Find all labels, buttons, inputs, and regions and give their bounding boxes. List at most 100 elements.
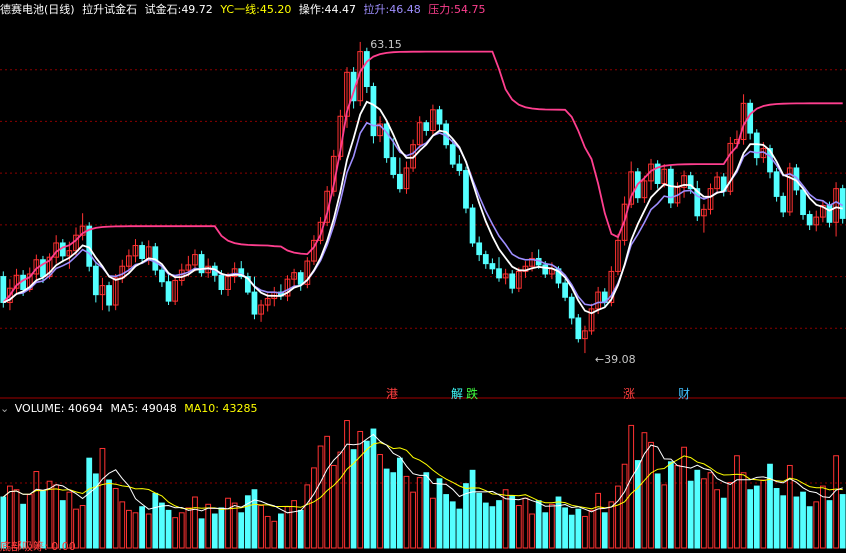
volume-bar-down xyxy=(370,428,377,549)
candle-down xyxy=(476,242,483,256)
volume-bar-down xyxy=(601,512,608,549)
volume-bar-down xyxy=(423,472,430,549)
volume-bar-down xyxy=(568,514,575,549)
candle-down xyxy=(159,269,165,283)
lift-label: 拉升: xyxy=(363,3,390,16)
volume-bar-down xyxy=(793,496,800,549)
volume-bar-down xyxy=(449,501,456,549)
volume-bar-down xyxy=(634,460,641,549)
indicator-name[interactable]: 拉升试金石 xyxy=(82,3,137,16)
volume-collapse-icon[interactable]: ⌄ xyxy=(0,402,9,415)
volume-bar-up xyxy=(304,484,311,549)
volume-bar-up xyxy=(178,512,185,549)
volume-bar-down xyxy=(198,518,205,549)
volume-bar-up xyxy=(112,488,119,549)
candle-down xyxy=(806,214,813,226)
volume-bar-up xyxy=(357,430,364,549)
candle-down xyxy=(106,285,112,306)
volume-bar-up xyxy=(522,497,529,549)
candle-down xyxy=(456,163,463,172)
candle-down xyxy=(773,171,780,197)
lift-value: 46.48 xyxy=(389,3,421,16)
volume-bar-up xyxy=(529,513,535,549)
volume-bar-up xyxy=(132,512,139,549)
volume-bar-up xyxy=(833,455,839,549)
volume-bar-up xyxy=(99,447,106,549)
volume-label: VOLUME: xyxy=(14,402,65,415)
candle-down xyxy=(165,281,172,302)
volume-bar-up xyxy=(403,475,410,549)
volume-bar-down xyxy=(780,495,787,549)
lift-line xyxy=(2,121,844,307)
candle-down xyxy=(423,122,430,131)
volume-bar-up xyxy=(681,446,687,549)
volume-bar-up xyxy=(264,515,271,549)
candle-down xyxy=(383,123,390,159)
volume-bar-up xyxy=(416,477,423,549)
volume-bar-up xyxy=(701,478,707,549)
candle-down xyxy=(839,188,846,219)
volume-bar-down xyxy=(694,469,701,549)
volume-bar-down xyxy=(469,469,476,549)
volume-bar-down xyxy=(555,496,562,549)
volume-bar-up xyxy=(119,501,126,549)
volume-bar-up xyxy=(172,517,179,549)
volume-bar-up xyxy=(79,505,86,549)
marker-zhang: 涨 xyxy=(623,387,636,401)
candle-down xyxy=(753,132,760,159)
volume-bar-down xyxy=(456,508,463,549)
volume-bar-down xyxy=(800,491,806,549)
volume-bar-up xyxy=(337,451,344,549)
volume-bar-down xyxy=(667,461,674,549)
volume-bar-down xyxy=(747,489,754,549)
volume-bar-up xyxy=(515,505,522,549)
volume-bar-up xyxy=(344,420,350,549)
volume-bar-up xyxy=(291,500,297,549)
volume-bar-down xyxy=(720,497,727,549)
volume-bar-down xyxy=(767,463,773,549)
volume-bar-down xyxy=(476,492,483,549)
pressure-value: 54.75 xyxy=(453,3,486,16)
volume-bar-up xyxy=(311,467,317,549)
candle-down xyxy=(489,263,496,270)
candle-down xyxy=(496,268,502,279)
candle-down xyxy=(390,157,397,175)
marker-jie: 解 xyxy=(451,387,464,401)
volume-bar-down xyxy=(773,488,780,549)
operate-value: 44.47 xyxy=(324,3,357,16)
pressure-label: 压力: xyxy=(428,3,454,16)
volume-bar-up xyxy=(707,472,714,549)
volume-bar-down xyxy=(753,485,760,549)
volume-bar-down xyxy=(396,457,403,549)
volume-value: 40694 xyxy=(68,402,103,415)
stone-line xyxy=(2,100,843,315)
volume-bar-up xyxy=(760,479,767,549)
period-label[interactable]: (日线) xyxy=(44,3,75,16)
ma10-label: MA10: xyxy=(184,402,219,415)
candle-down xyxy=(92,265,99,296)
volume-bar-up xyxy=(588,509,595,549)
volume-bar-up xyxy=(185,507,192,549)
volume-bar-up xyxy=(377,454,383,549)
volume-bar-down xyxy=(251,489,258,549)
marker-die: 跌 xyxy=(466,387,479,401)
volume-bar-up xyxy=(192,496,198,549)
stock-name[interactable]: 德赛电池 xyxy=(0,3,44,16)
volume-bar-up xyxy=(615,485,621,549)
candle-down xyxy=(482,254,489,265)
volume-bar-up xyxy=(648,441,654,549)
volume-bar-down xyxy=(165,509,172,549)
volume-bar-up xyxy=(271,520,278,549)
volume-bar-down xyxy=(436,478,443,549)
volume-bar-down xyxy=(86,457,93,549)
volume-bar-down xyxy=(542,512,549,549)
volume-bar-up xyxy=(549,503,555,549)
volume-bar-up xyxy=(53,484,60,549)
volume-bar-up xyxy=(205,503,212,549)
volume-bar-down xyxy=(363,440,370,549)
candle-down xyxy=(568,296,575,319)
volume-bar-up xyxy=(727,481,734,549)
candle-down xyxy=(509,273,516,289)
volume-bar-down xyxy=(489,506,496,549)
candle-down xyxy=(542,264,549,275)
